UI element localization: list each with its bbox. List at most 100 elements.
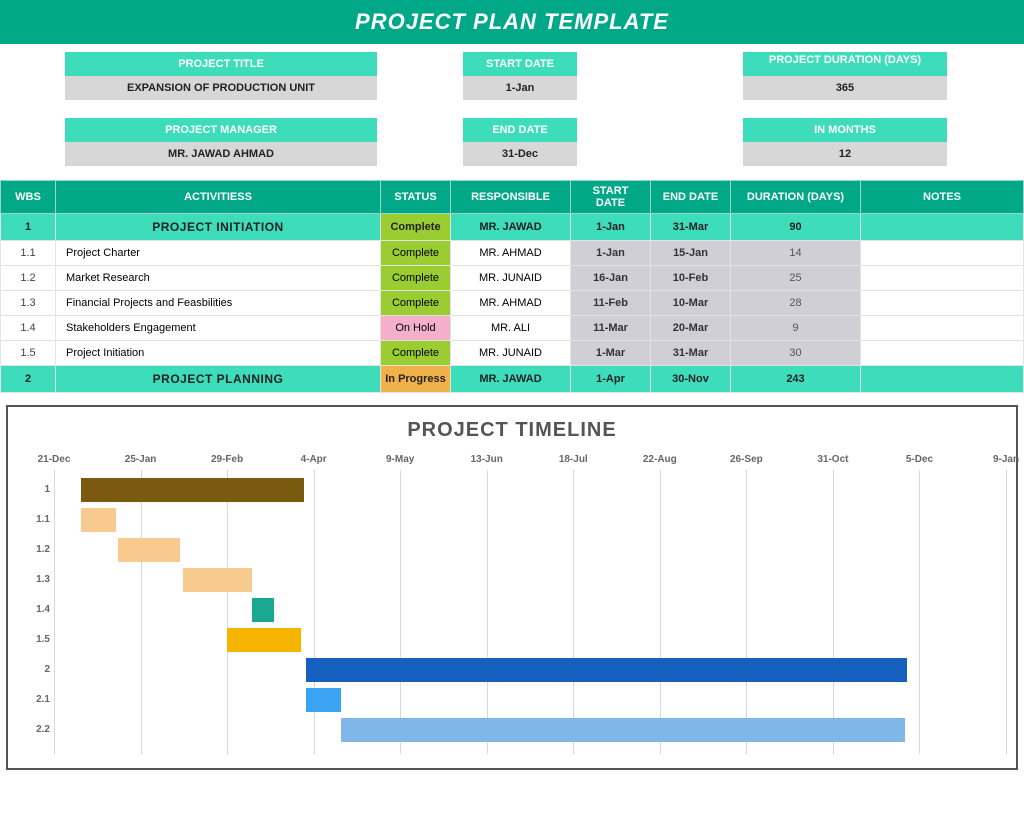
duration-cell: 243	[731, 366, 861, 393]
project-manager-label: PROJECT MANAGER	[65, 118, 377, 142]
status-cell: In Progress	[381, 366, 451, 393]
responsible-cell: MR. JAWAD	[451, 214, 571, 241]
tick-label: 26-Sep	[730, 454, 763, 465]
duration-cell: 9	[731, 316, 861, 341]
notes-cell	[861, 241, 1024, 266]
section-row: 1PROJECT INITIATIONCompleteMR. JAWAD1-Ja…	[1, 214, 1024, 241]
start-date-cell: 11-Feb	[571, 291, 651, 316]
table-row: 1.2Market ResearchCompleteMR. JUNAID16-J…	[1, 266, 1024, 291]
responsible-cell: MR. JUNAID	[451, 266, 571, 291]
gantt-row-label: 1	[20, 484, 50, 495]
gantt-row: 1.1	[54, 508, 1006, 532]
section-row: 2PROJECT PLANNINGIn ProgressMR. JAWAD1-A…	[1, 366, 1024, 393]
gantt-row-label: 2	[20, 664, 50, 675]
end-date-cell: 30-Nov	[651, 366, 731, 393]
table-row: 1.4Stakeholders EngagementOn HoldMR. ALI…	[1, 316, 1024, 341]
duration-cell: 14	[731, 241, 861, 266]
gantt-bar	[118, 538, 180, 562]
start-date-cell: 1-Jan	[571, 241, 651, 266]
gantt-row: 1.5	[54, 628, 1006, 652]
end-date-label: END DATE	[463, 118, 577, 142]
col-wbs: WBS	[1, 181, 56, 214]
start-date-cell: 1-Mar	[571, 341, 651, 366]
tick-label: 22-Aug	[643, 454, 677, 465]
timeline-title: PROJECT TIMELINE	[18, 419, 1006, 442]
start-date-label: START DATE	[463, 52, 577, 76]
end-date-cell: 20-Mar	[651, 316, 731, 341]
end-date-cell: 15-Jan	[651, 241, 731, 266]
duration-cell: 25	[731, 266, 861, 291]
end-date-cell: 10-Mar	[651, 291, 731, 316]
in-months-label: IN MONTHS	[743, 118, 947, 142]
gantt-row-label: 1.2	[20, 544, 50, 555]
gantt-row-label: 2.1	[20, 694, 50, 705]
gantt-bar	[183, 568, 252, 592]
wbs-cell: 1	[1, 214, 56, 241]
tick-label: 9-Jan	[993, 454, 1019, 465]
gantt-row-label: 1.4	[20, 604, 50, 615]
col-status: STATUS	[381, 181, 451, 214]
notes-cell	[861, 266, 1024, 291]
status-cell: Complete	[381, 214, 451, 241]
activity-cell: PROJECT PLANNING	[56, 366, 381, 393]
end-date-cell: 31-Mar	[651, 341, 731, 366]
notes-cell	[861, 214, 1024, 241]
gantt-row-label: 2.2	[20, 724, 50, 735]
gantt-row: 2.1	[54, 688, 1006, 712]
project-manager-value: MR. JAWAD AHMAD	[65, 142, 377, 166]
gantt-row: 1.4	[54, 598, 1006, 622]
tick-label: 29-Feb	[211, 454, 243, 465]
table-row: 1.1Project CharterCompleteMR. AHMAD1-Jan…	[1, 241, 1024, 266]
gantt-bar	[306, 658, 907, 682]
status-cell: On Hold	[381, 316, 451, 341]
activity-cell: Market Research	[56, 266, 381, 291]
plan-table: WBS ACTIVITIESS STATUS RESPONSIBLE START…	[0, 180, 1024, 393]
project-title-value: EXPANSION OF PRODUCTION UNIT	[65, 76, 377, 100]
notes-cell	[861, 366, 1024, 393]
activity-cell: Financial Projects and Feasbilities	[56, 291, 381, 316]
gantt-row: 1	[54, 478, 1006, 502]
tick-label: 18-Jul	[559, 454, 588, 465]
gantt-row: 1.2	[54, 538, 1006, 562]
notes-cell	[861, 316, 1024, 341]
status-cell: Complete	[381, 341, 451, 366]
table-header-row: WBS ACTIVITIESS STATUS RESPONSIBLE START…	[1, 181, 1024, 214]
gantt-bar	[227, 628, 301, 652]
in-months-value: 12	[743, 142, 947, 166]
tick-label: 25-Jan	[125, 454, 157, 465]
col-end-date: END DATE	[651, 181, 731, 214]
activity-cell: Project Charter	[56, 241, 381, 266]
gantt-row-label: 1.1	[20, 514, 50, 525]
wbs-cell: 1.1	[1, 241, 56, 266]
responsible-cell: MR. AHMAD	[451, 241, 571, 266]
tick-label: 13-Jun	[471, 454, 503, 465]
wbs-cell: 1.5	[1, 341, 56, 366]
gantt-bar	[81, 478, 304, 502]
main-banner: PROJECT PLAN TEMPLATE	[0, 0, 1024, 44]
timeline-panel: PROJECT TIMELINE 21-Dec25-Jan29-Feb4-Apr…	[6, 405, 1018, 770]
wbs-cell: 1.2	[1, 266, 56, 291]
duration-cell: 28	[731, 291, 861, 316]
tick-label: 9-May	[386, 454, 414, 465]
status-cell: Complete	[381, 266, 451, 291]
tick-label: 5-Dec	[906, 454, 933, 465]
col-duration: DURATION (DAYS)	[731, 181, 861, 214]
status-cell: Complete	[381, 291, 451, 316]
project-duration-value: 365	[743, 76, 947, 100]
tick-label: 31-Oct	[817, 454, 848, 465]
duration-cell: 30	[731, 341, 861, 366]
wbs-cell: 2	[1, 366, 56, 393]
wbs-cell: 1.4	[1, 316, 56, 341]
notes-cell	[861, 291, 1024, 316]
table-row: 1.5Project InitiationCompleteMR. JUNAID1…	[1, 341, 1024, 366]
end-date-cell: 10-Feb	[651, 266, 731, 291]
col-notes: NOTES	[861, 181, 1024, 214]
responsible-cell: MR. JAWAD	[451, 366, 571, 393]
gantt-bar	[306, 688, 341, 712]
activity-cell: Project Initiation	[56, 341, 381, 366]
meta-block: PROJECT TITLE START DATE PROJECT DURATIO…	[0, 52, 1024, 166]
tick-label: 21-Dec	[38, 454, 71, 465]
gantt-row-label: 1.3	[20, 574, 50, 585]
gantt-bar	[252, 598, 274, 622]
col-responsible: RESPONSIBLE	[451, 181, 571, 214]
